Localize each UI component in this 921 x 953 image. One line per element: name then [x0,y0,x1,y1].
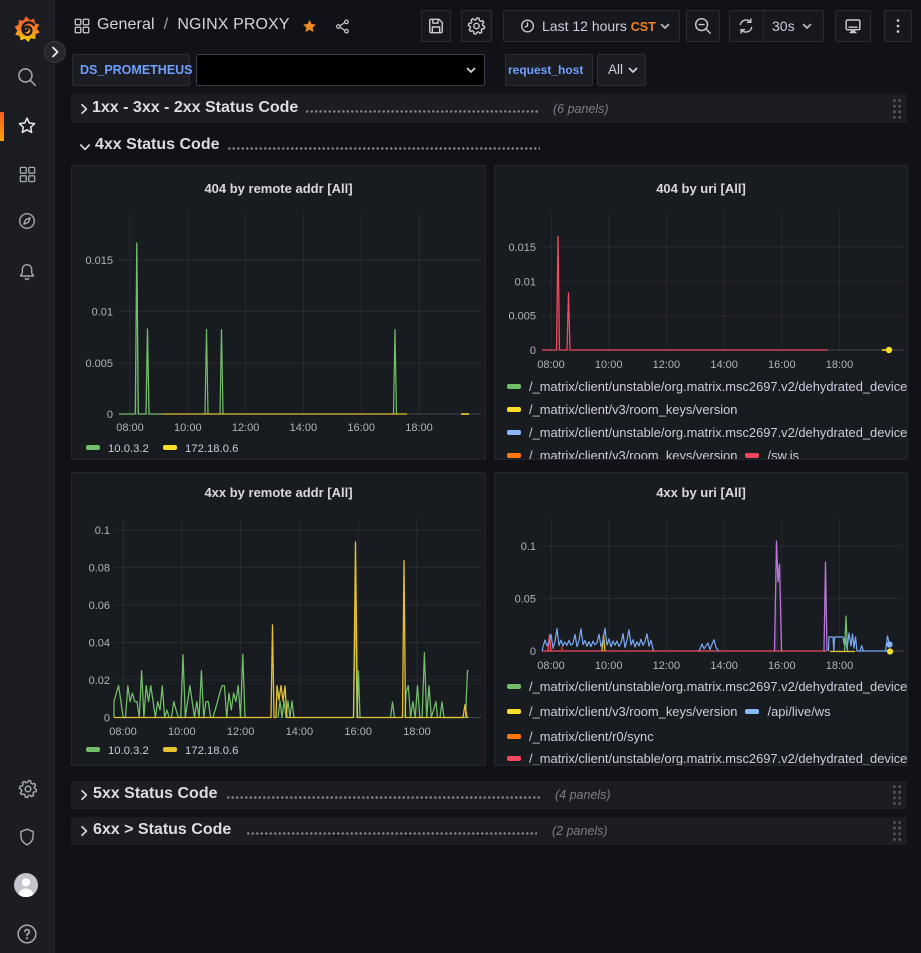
svg-text:0.05: 0.05 [515,594,536,606]
svg-text:10:00: 10:00 [595,660,623,672]
svg-text:16:00: 16:00 [344,726,372,738]
svg-text:18:00: 18:00 [826,660,854,672]
svg-text:10:00: 10:00 [595,359,623,371]
svg-text:0.01: 0.01 [515,276,536,288]
svg-text:0.04: 0.04 [89,638,110,650]
svg-text:08:00: 08:00 [537,660,565,672]
svg-text:14:00: 14:00 [710,660,738,672]
svg-text:0.015: 0.015 [508,242,536,254]
svg-text:0: 0 [104,713,110,725]
svg-text:0: 0 [107,409,113,421]
svg-text:0: 0 [530,345,536,357]
svg-text:16:00: 16:00 [347,422,375,434]
svg-text:10:00: 10:00 [168,726,196,738]
svg-text:0.005: 0.005 [508,311,536,323]
svg-text:12:00: 12:00 [232,422,260,434]
svg-text:0.015: 0.015 [85,255,113,267]
svg-text:08:00: 08:00 [537,359,565,371]
svg-text:0.01: 0.01 [92,307,113,319]
svg-text:14:00: 14:00 [710,359,738,371]
svg-text:08:00: 08:00 [109,726,137,738]
svg-text:0: 0 [530,646,536,658]
svg-text:0.005: 0.005 [85,358,113,370]
svg-text:12:00: 12:00 [653,359,681,371]
svg-text:16:00: 16:00 [768,660,796,672]
svg-text:08:00: 08:00 [116,422,144,434]
svg-text:0.1: 0.1 [521,541,536,553]
svg-text:18:00: 18:00 [405,422,433,434]
svg-text:16:00: 16:00 [768,359,796,371]
svg-text:0.08: 0.08 [89,563,110,575]
svg-text:0.06: 0.06 [89,600,110,612]
svg-text:12:00: 12:00 [653,660,681,672]
svg-text:10:00: 10:00 [174,422,202,434]
svg-text:0.02: 0.02 [89,675,110,687]
svg-text:14:00: 14:00 [290,422,318,434]
svg-text:0.1: 0.1 [95,525,110,537]
svg-text:12:00: 12:00 [227,726,255,738]
svg-text:18:00: 18:00 [403,726,431,738]
svg-text:14:00: 14:00 [286,726,314,738]
svg-text:18:00: 18:00 [826,359,854,371]
